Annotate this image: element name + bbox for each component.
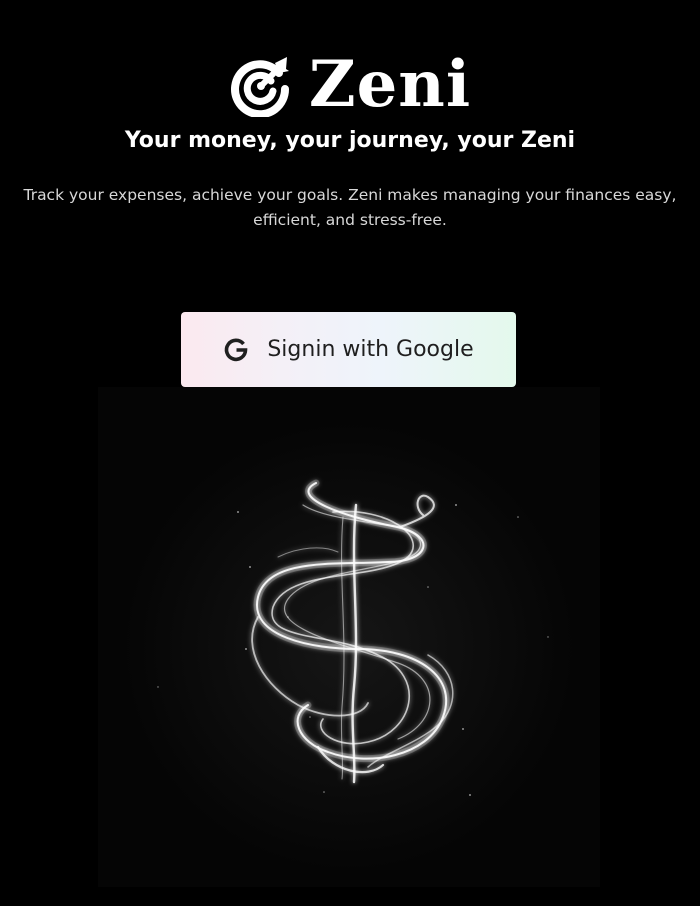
- google-g-icon: [225, 338, 248, 361]
- dollar-sign-smoke-icon: [98, 387, 600, 887]
- google-signin-label: Signin with Google: [267, 337, 474, 362]
- page-tagline: Your money, your journey, your Zeni: [124, 128, 576, 153]
- target-arrow-icon: [230, 57, 289, 117]
- brand-header: Zeni: [0, 52, 700, 118]
- hero-illustration: [98, 387, 600, 887]
- brand-name: Zeni: [308, 47, 472, 122]
- google-signin-button[interactable]: Signin with Google: [181, 312, 516, 387]
- page-description: Track your expenses, achieve your goals.…: [23, 186, 677, 229]
